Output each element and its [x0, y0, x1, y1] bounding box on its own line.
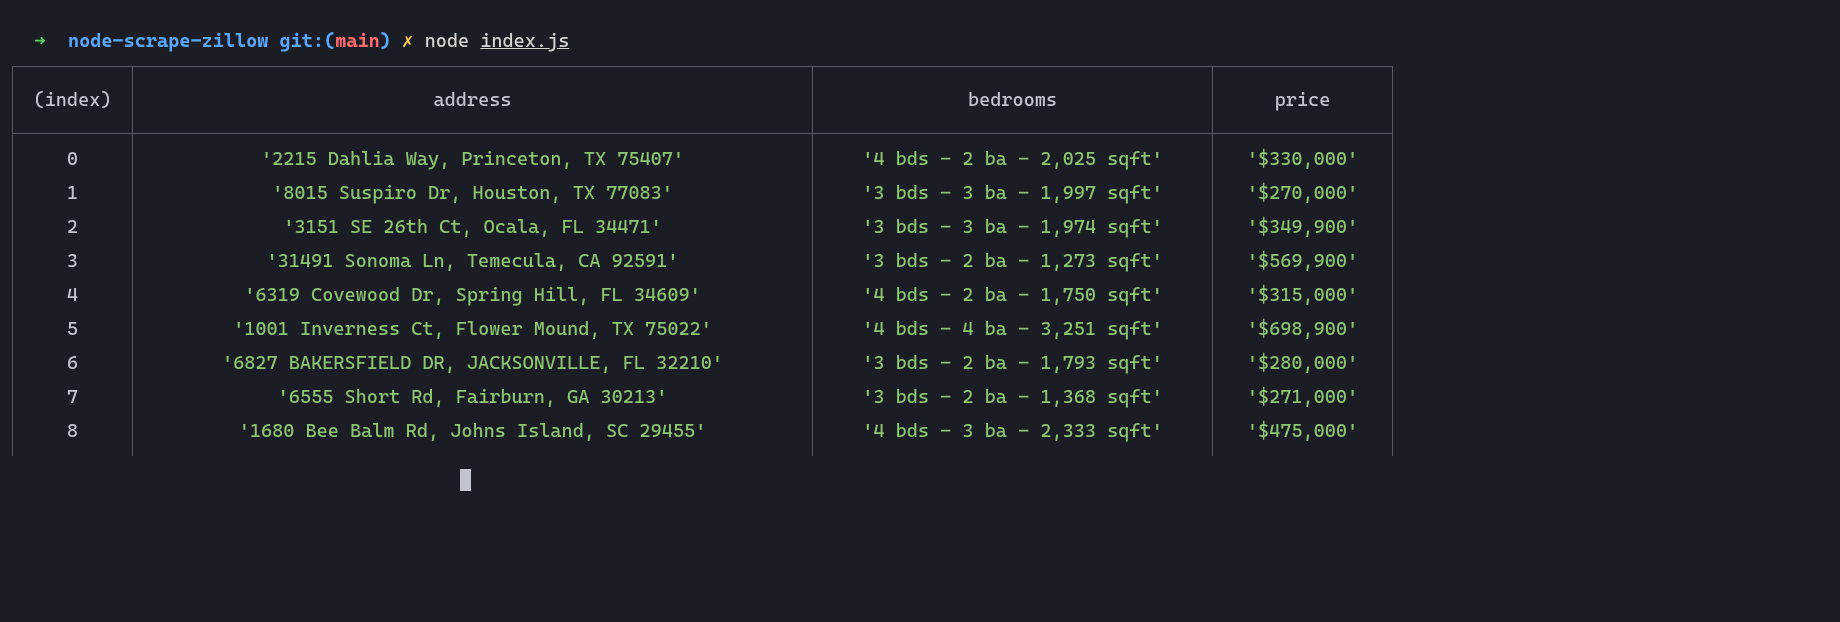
table-row: 2'3151 SE 26th Ct, Ocala, FL 34471''3 bd… [13, 210, 1393, 244]
prompt-dir: node-scrape-zillow [68, 30, 268, 52]
prompt-paren-close: ) [380, 30, 391, 52]
cell-price: '$475,000' [1213, 414, 1393, 456]
prompt-git-label: git: [280, 30, 325, 52]
command-name: node [425, 30, 470, 52]
cell-price: '$271,000' [1213, 380, 1393, 414]
cell-index: 0 [13, 134, 133, 177]
cell-bedrooms: '4 bds - 2 ba - 2,025 sqft' [813, 134, 1213, 177]
cell-index: 8 [13, 414, 133, 456]
cell-address: '1680 Bee Balm Rd, Johns Island, SC 2945… [133, 414, 813, 456]
cell-bedrooms: '3 bds - 2 ba - 1,793 sqft' [813, 346, 1213, 380]
prompt-paren-open: ( [324, 30, 335, 52]
table-row: 3'31491 Sonoma Ln, Temecula, CA 92591''3… [13, 244, 1393, 278]
cell-price: '$349,900' [1213, 210, 1393, 244]
cell-price: '$270,000' [1213, 176, 1393, 210]
cell-bedrooms: '4 bds - 2 ba - 1,750 sqft' [813, 278, 1213, 312]
table-header-row: (index) address bedrooms price [13, 67, 1393, 134]
cell-index: 4 [13, 278, 133, 312]
prompt-git-branch: main [335, 30, 380, 52]
cell-bedrooms: '4 bds - 3 ba - 2,333 sqft' [813, 414, 1213, 456]
table-row: 1'8015 Suspiro Dr, Houston, TX 77083''3 … [13, 176, 1393, 210]
table-row: 7'6555 Short Rd, Fairburn, GA 30213''3 b… [13, 380, 1393, 414]
cell-index: 6 [13, 346, 133, 380]
cell-bedrooms: '3 bds - 2 ba - 1,273 sqft' [813, 244, 1213, 278]
cell-price: '$330,000' [1213, 134, 1393, 177]
header-address: address [133, 67, 813, 134]
cell-index: 7 [13, 380, 133, 414]
cell-bedrooms: '3 bds - 3 ba - 1,974 sqft' [813, 210, 1213, 244]
cell-address: '1001 Inverness Ct, Flower Mound, TX 750… [133, 312, 813, 346]
header-price: price [1213, 67, 1393, 134]
table-row: 6'6827 BAKERSFIELD DR, JACKSONVILLE, FL … [13, 346, 1393, 380]
cell-price: '$698,900' [1213, 312, 1393, 346]
terminal-cursor [12, 461, 1828, 491]
cell-price: '$569,900' [1213, 244, 1393, 278]
console-table: (index) address bedrooms price 0'2215 Da… [12, 66, 1393, 456]
table-row: 5'1001 Inverness Ct, Flower Mound, TX 75… [13, 312, 1393, 346]
cell-address: '6555 Short Rd, Fairburn, GA 30213' [133, 380, 813, 414]
cell-bedrooms: '3 bds - 2 ba - 1,368 sqft' [813, 380, 1213, 414]
cell-index: 2 [13, 210, 133, 244]
cell-address: '31491 Sonoma Ln, Temecula, CA 92591' [133, 244, 813, 278]
header-index: (index) [13, 67, 133, 134]
header-bedrooms: bedrooms [813, 67, 1213, 134]
cell-index: 3 [13, 244, 133, 278]
cell-bedrooms: '3 bds - 3 ba - 1,997 sqft' [813, 176, 1213, 210]
console-table-output: (index) address bedrooms price 0'2215 Da… [12, 66, 1393, 456]
prompt-arrow-icon: ➜ [34, 30, 45, 52]
cell-index: 1 [13, 176, 133, 210]
dirty-indicator-icon: ✗ [402, 30, 413, 52]
table-row: 4'6319 Covewood Dr, Spring Hill, FL 3460… [13, 278, 1393, 312]
cell-address: '3151 SE 26th Ct, Ocala, FL 34471' [133, 210, 813, 244]
cell-address: '8015 Suspiro Dr, Houston, TX 77083' [133, 176, 813, 210]
table-row: 0'2215 Dahlia Way, Princeton, TX 75407''… [13, 134, 1393, 177]
cell-price: '$315,000' [1213, 278, 1393, 312]
cell-address: '2215 Dahlia Way, Princeton, TX 75407' [133, 134, 813, 177]
cell-price: '$280,000' [1213, 346, 1393, 380]
cell-bedrooms: '4 bds - 4 ba - 3,251 sqft' [813, 312, 1213, 346]
shell-prompt[interactable]: ➜ node-scrape-zillow git:(main) ✗ node i… [12, 8, 1828, 52]
cell-address: '6827 BAKERSFIELD DR, JACKSONVILLE, FL 3… [133, 346, 813, 380]
table-row: 8'1680 Bee Balm Rd, Johns Island, SC 294… [13, 414, 1393, 456]
cell-address: '6319 Covewood Dr, Spring Hill, FL 34609… [133, 278, 813, 312]
command-file: index.js [480, 30, 569, 52]
cell-index: 5 [13, 312, 133, 346]
